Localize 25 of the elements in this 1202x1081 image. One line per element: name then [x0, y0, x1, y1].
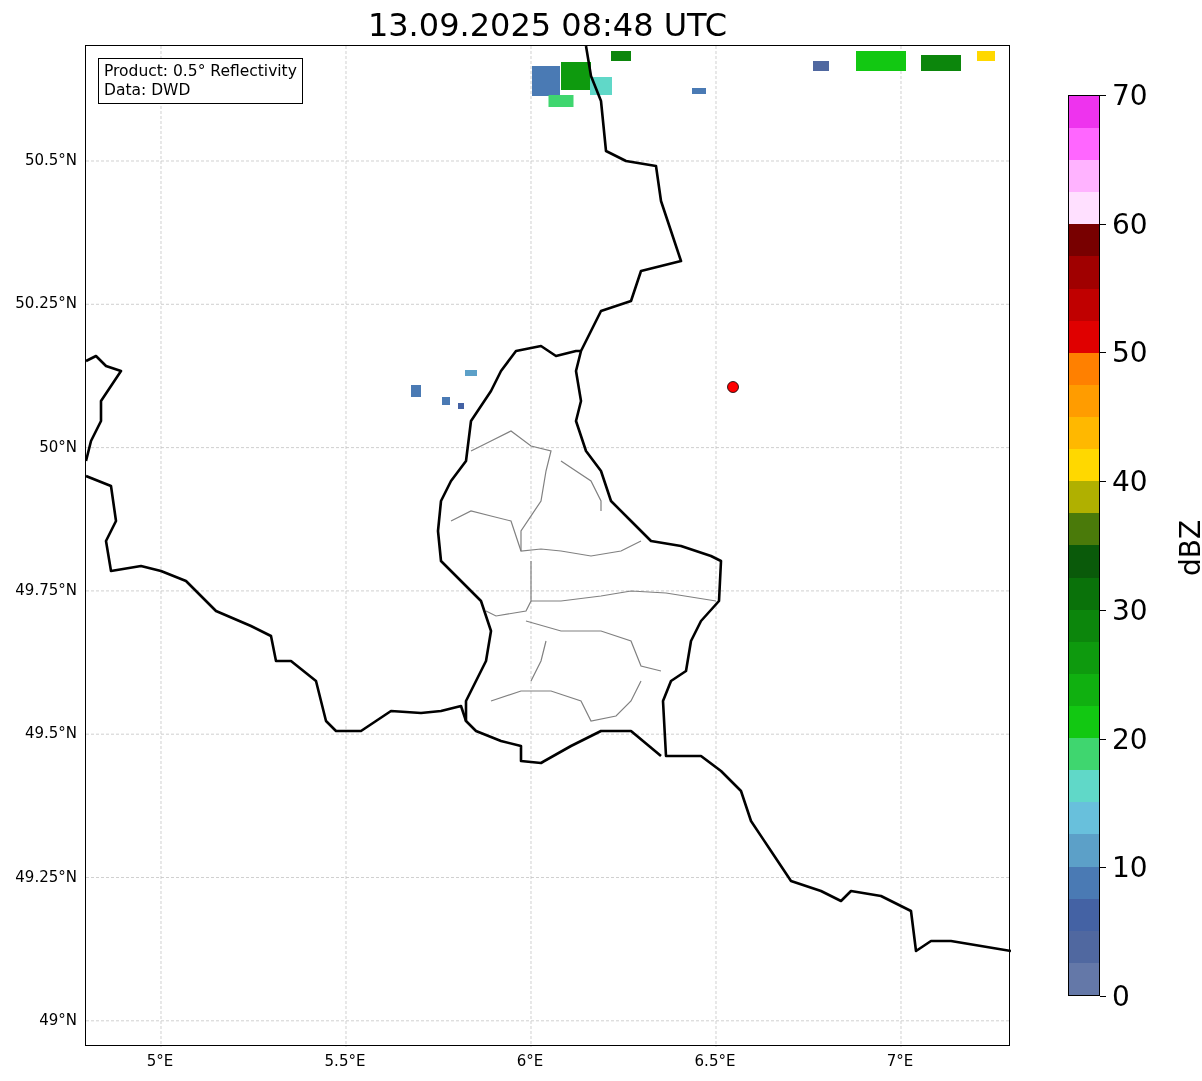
axis-tick-label: 50.5°N: [24, 151, 77, 169]
chart-title: 13.09.2025 08:48 UTC: [366, 5, 729, 45]
colorbar-tick-label: 60: [1112, 207, 1148, 241]
colorbar-label: dBZ: [1173, 519, 1202, 577]
colorbar-tick-label: 10: [1112, 850, 1148, 884]
axis-tick-label: 5°E: [146, 1052, 174, 1070]
colorbar-tick-label: 70: [1112, 78, 1148, 112]
axis-tick-label: 6°E: [516, 1052, 544, 1070]
colorbar-tick-label: 40: [1112, 464, 1148, 498]
axis-tick-label: 49.5°N: [24, 724, 77, 743]
colorbar-tick-label: 50: [1112, 335, 1148, 369]
axis-tick-label: 50°N: [39, 437, 77, 456]
legend-text: Product: 0.5° Reflectivity: [104, 62, 297, 81]
radar-station-marker: [727, 381, 739, 393]
axis-tick-label: 7°E: [886, 1052, 914, 1070]
axis-tick-label: 5.5°E: [324, 1052, 366, 1070]
colorbar-tick-label: 0: [1112, 979, 1130, 1013]
axis-tick-label: 50.25°N: [15, 294, 77, 313]
axis-tick-label: 49.25°N: [15, 867, 77, 886]
axis-tick-label: 6.5°E: [694, 1052, 736, 1070]
axis-tick-label: 49°N: [39, 1010, 77, 1029]
legend-text: Data: DWD: [104, 81, 192, 100]
colorbar-tick-label: 30: [1112, 593, 1148, 627]
axis-tick-label: 49.75°N: [15, 580, 77, 599]
colorbar-tick-label: 20: [1112, 722, 1148, 756]
